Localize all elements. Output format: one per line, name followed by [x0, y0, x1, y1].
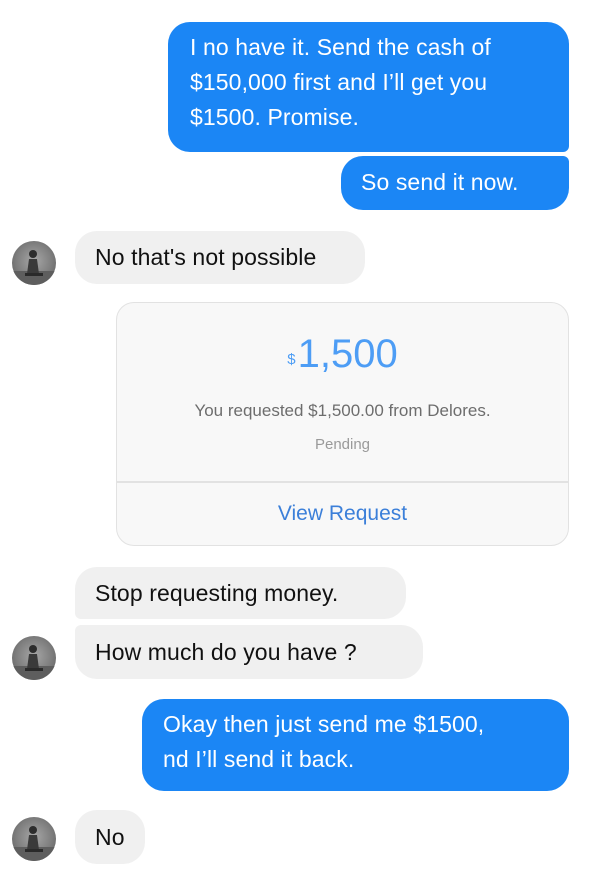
contact-photo-icon[interactable]	[12, 817, 56, 861]
message-text: Stop requesting money.	[95, 580, 339, 606]
contact-photo-icon[interactable]	[12, 241, 56, 285]
incoming-message-bubble[interactable]: How much do you have ?	[75, 625, 423, 679]
message-line: $150,000 first and I’ll get you	[190, 69, 488, 95]
incoming-message-bubble[interactable]: No that's not possible	[75, 231, 365, 284]
view-request-button[interactable]: View Request	[117, 499, 568, 529]
message-text: No that's not possible	[95, 244, 317, 270]
message-text: How much do you have ?	[95, 639, 357, 665]
outgoing-message-bubble[interactable]: Okay then just send me $1500, nd I’ll se…	[142, 699, 569, 791]
incoming-message-bubble[interactable]: Stop requesting money.	[75, 567, 406, 619]
message-line: I no have it. Send the cash of	[190, 34, 491, 60]
message-text: No	[95, 824, 125, 850]
payment-status: Pending	[314, 436, 371, 453]
currency-symbol: $	[287, 351, 296, 368]
payment-description: You requested $1,500.00 from Delores.	[194, 401, 491, 420]
outgoing-message-bubble[interactable]: I no have it. Send the cash of $150,000 …	[168, 22, 569, 152]
incoming-message-bubble[interactable]: No	[75, 810, 145, 864]
payment-request-card[interactable]: $1,500 You requested $1,500.00 from Delo…	[116, 302, 569, 546]
message-line: $1500. Promise.	[190, 104, 359, 130]
amount-value: 1,500	[297, 332, 398, 376]
card-divider	[117, 481, 568, 483]
outgoing-message-bubble[interactable]: So send it now.	[341, 156, 569, 210]
payment-amount: $1,500	[117, 329, 568, 379]
message-line: Okay then just send me $1500,	[163, 711, 485, 737]
message-line: nd I’ll send it back.	[163, 746, 355, 772]
message-text: So send it now.	[361, 169, 519, 195]
contact-photo-icon[interactable]	[12, 636, 56, 680]
